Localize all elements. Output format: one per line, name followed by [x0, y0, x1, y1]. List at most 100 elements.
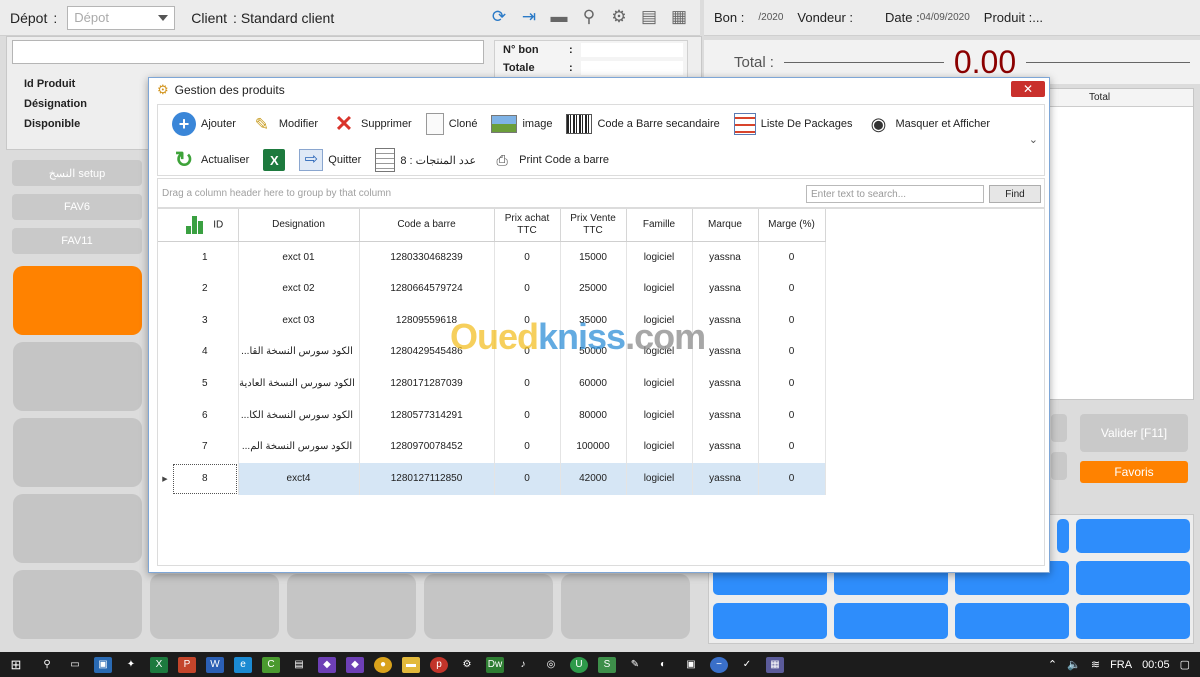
app-icon[interactable]: ✓ [738, 657, 756, 673]
row-indicator[interactable] [158, 273, 172, 305]
keypad-key[interactable] [1076, 519, 1190, 553]
cell-famille[interactable]: logiciel [626, 431, 693, 463]
fav11-button[interactable]: FAV11 [12, 228, 142, 254]
depot-select[interactable]: Dépot [67, 5, 176, 30]
excel-button[interactable]: X [263, 149, 286, 171]
row-indicator[interactable] [158, 336, 172, 368]
keypad-key[interactable] [1057, 519, 1069, 553]
actualiser-button[interactable]: ↻ Actualiser [172, 148, 250, 172]
barcode-secondary-button[interactable]: Code a Barre secandaire [566, 114, 720, 134]
product-tile[interactable] [561, 574, 690, 639]
notification-icon[interactable]: ▢ [1180, 658, 1190, 671]
row-indicator[interactable] [158, 431, 172, 463]
supprimer-button[interactable]: ✕ Supprimer [332, 112, 412, 136]
column-header-code[interactable]: Code a barre [359, 209, 495, 242]
visual-studio-icon[interactable]: ◆ [318, 656, 336, 673]
row-indicator[interactable] [158, 304, 172, 336]
cell-id[interactable]: 4 [172, 336, 239, 368]
keypad-key[interactable] [955, 603, 1069, 639]
barcode-input[interactable] [12, 40, 484, 64]
app-icon[interactable]: C [262, 656, 280, 673]
cell-code[interactable]: 1280970078452 [359, 431, 495, 463]
cell-marque[interactable]: yassna [692, 462, 759, 495]
column-header-prix-achat[interactable]: Prix achat TTC [494, 209, 561, 242]
sync-icon[interactable]: ⟳ [488, 6, 510, 28]
language-indicator[interactable]: FRA [1110, 659, 1132, 671]
cell-marge[interactable]: 0 [758, 272, 826, 305]
cell-marge[interactable]: 0 [758, 336, 826, 368]
column-header-famille[interactable]: Famille [626, 209, 693, 242]
music-icon[interactable]: ♪ [514, 657, 532, 673]
powerpoint-icon[interactable]: P [178, 656, 196, 673]
chrome-icon[interactable]: ● [374, 656, 392, 673]
cell-code[interactable]: 1280171287039 [359, 367, 495, 400]
setup-button[interactable]: النسخ setup [12, 160, 142, 186]
cell-famille[interactable]: logiciel [626, 241, 693, 273]
app-icon[interactable]: ▤ [290, 657, 308, 673]
row-indicator[interactable] [158, 399, 172, 431]
cell-code[interactable]: 1280127112850 [359, 462, 495, 495]
cell-marque[interactable]: yassna [692, 367, 759, 400]
cell-id[interactable]: 7 [172, 431, 239, 463]
cell-prix-vente[interactable]: 25000 [560, 272, 627, 305]
cell-code[interactable]: 1280577314291 [359, 399, 495, 432]
cell-prix-achat[interactable]: 0 [494, 399, 561, 432]
cell-prix-vente[interactable]: 42000 [560, 462, 627, 495]
row-indicator[interactable]: ▶ [158, 462, 172, 495]
category-tile-active[interactable] [13, 266, 142, 335]
gear-icon[interactable]: ⚙ [608, 6, 630, 28]
cell-code[interactable]: 1280664579724 [359, 272, 495, 305]
column-header-marque[interactable]: Marque [692, 209, 759, 242]
excel-icon[interactable]: X [150, 656, 168, 673]
cell-marge[interactable]: 0 [758, 431, 826, 463]
wifi-icon[interactable]: ≋ [1091, 658, 1100, 671]
cell-prix-vente[interactable]: 100000 [560, 431, 627, 463]
product-tile[interactable] [424, 574, 553, 639]
show-hide-button[interactable]: ◉ Masquer et Afficher [866, 112, 990, 136]
quitter-button[interactable]: ⇨ Quitter [299, 149, 361, 171]
cell-designation[interactable]: الكود سورس النسخة الم... [238, 431, 360, 463]
valider-button[interactable]: Valider [F11] [1080, 414, 1188, 452]
visual-studio-icon[interactable]: ◆ [346, 656, 364, 673]
gear-icon[interactable]: ⚙ [458, 657, 476, 673]
cell-id[interactable]: 3 [172, 304, 239, 337]
cell-marge[interactable]: 0 [758, 367, 826, 400]
cell-designation[interactable]: exct4 [238, 462, 360, 495]
category-tile[interactable] [13, 494, 142, 563]
folder-icon[interactable]: ▬ [402, 656, 420, 673]
app-icon[interactable]: ✦ [122, 657, 140, 673]
table-row[interactable]: 5 الكود سورس النسخة العادية 1280171287039 0… [158, 367, 826, 400]
find-button[interactable]: Find [989, 185, 1041, 203]
cell-famille[interactable]: logiciel [626, 367, 693, 400]
cell-id[interactable]: 2 [172, 272, 239, 305]
word-icon[interactable]: W [206, 656, 224, 673]
column-header-marge[interactable]: Marge (%) [758, 209, 826, 242]
cell-marque[interactable]: yassna [692, 399, 759, 432]
app-icon[interactable]: ◐ [654, 657, 672, 673]
app-icon[interactable]: ▣ [94, 656, 112, 673]
hidden-button[interactable] [1051, 414, 1067, 442]
clock[interactable]: 00:05 [1142, 659, 1170, 671]
keypad-key[interactable] [1076, 603, 1190, 639]
app-icon[interactable]: p [430, 656, 448, 673]
row-indicator[interactable] [158, 368, 172, 400]
group-panel[interactable]: Drag a column header here to group by th… [157, 178, 1045, 208]
favoris-button[interactable]: Favoris [1080, 461, 1188, 483]
cell-prix-vente[interactable]: 60000 [560, 367, 627, 400]
app-icon[interactable]: − [710, 656, 728, 673]
cell-prix-vente[interactable]: 15000 [560, 241, 627, 273]
cell-marge[interactable]: 0 [758, 462, 826, 495]
keypad-key[interactable] [1076, 561, 1190, 595]
keypad-key[interactable] [834, 603, 948, 639]
product-tile[interactable] [150, 574, 279, 639]
clone-button[interactable]: Cloné [425, 113, 477, 135]
chevron-down-icon[interactable]: ⌄ [1029, 133, 1038, 146]
chevron-up-icon[interactable]: ⌃ [1048, 658, 1057, 671]
cell-designation[interactable]: exct 01 [238, 241, 360, 273]
cell-marque[interactable]: yassna [692, 241, 759, 273]
packages-button[interactable]: Liste De Packages [733, 113, 852, 135]
hidden-button[interactable] [1051, 452, 1067, 480]
edge-icon[interactable]: e [234, 656, 252, 673]
column-chooser-icon[interactable] [186, 215, 204, 234]
window-titlebar[interactable]: ⚙ Gestion des produits [149, 78, 1049, 102]
